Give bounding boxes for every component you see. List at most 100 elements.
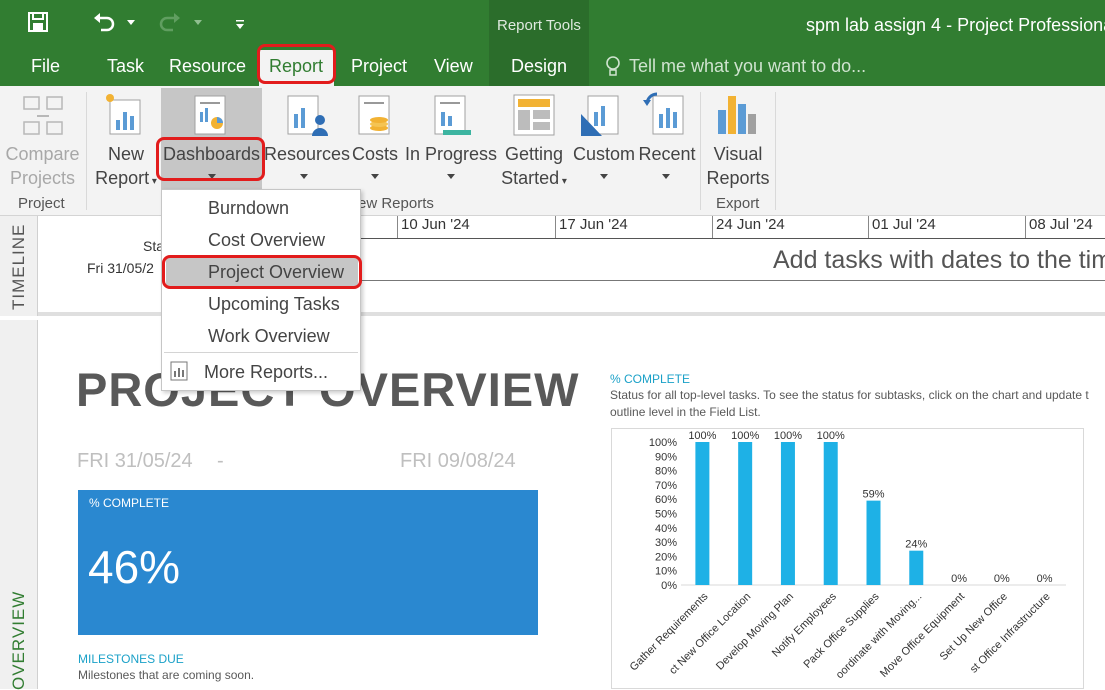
chart-category-label: Move Office Equipment (878, 591, 967, 680)
group-export-label: Export (716, 195, 760, 212)
tab-file[interactable]: File (31, 56, 60, 77)
chart-title: % COMPLETE (610, 372, 691, 386)
timeline-date: 17 Jun '24 (555, 216, 628, 238)
custom-button[interactable]: Custom (570, 142, 638, 166)
timeline-date: 24 Jun '24 (712, 216, 785, 238)
resources-icon (286, 94, 328, 138)
chart-y-tick-label: 20% (655, 551, 677, 563)
chart-data-label: 100% (817, 430, 845, 442)
chart-y-tick-label: 40% (655, 523, 677, 535)
milestones-title: MILESTONES DUE (78, 652, 184, 666)
menu-separator (164, 352, 358, 353)
chart-bar (823, 442, 838, 585)
chart-y-tick-label: 0% (661, 580, 677, 592)
getting-started-icon (513, 94, 555, 136)
window-title: spm lab assign 4 - Project Professional (806, 15, 1105, 35)
customize-qat-icon[interactable] (235, 17, 245, 29)
chart-y-tick-label: 50% (655, 509, 677, 521)
menu-item-cost-overview[interactable]: Cost Overview (208, 230, 325, 251)
chart-category-label: ct New Office Location (667, 591, 753, 677)
timeline-placeholder: Add tasks with dates to the tim (773, 246, 1105, 274)
chart-bar (866, 500, 881, 585)
getting-started-line1: Getting (504, 144, 564, 164)
menu-item-work-overview[interactable]: Work Overview (208, 326, 330, 347)
menu-item-burndown[interactable]: Burndown (208, 198, 289, 219)
menu-item-upcoming-tasks[interactable]: Upcoming Tasks (208, 294, 340, 315)
chart-data-label: 100% (731, 430, 759, 442)
chart-category-label: st Office Infrastructure (968, 591, 1053, 676)
tab-view[interactable]: View (434, 56, 473, 77)
redo-icon (158, 12, 182, 34)
visual-reports-button[interactable]: Visual Reports (703, 142, 773, 190)
save-icon[interactable] (28, 12, 50, 32)
chart-y-tick-label: 80% (655, 466, 677, 478)
report-start-date[interactable]: FRI 31/05/24 (77, 450, 193, 473)
chart-y-tick-label: 30% (655, 537, 677, 549)
resources-button[interactable]: Resources (264, 142, 350, 166)
chart-data-label: 0% (994, 573, 1010, 585)
report-finish-date[interactable]: FRI 09/08/24 (400, 450, 516, 473)
tab-design[interactable]: Design (511, 56, 567, 77)
chart-data-label: 100% (774, 430, 802, 442)
group-view-reports-label: ew Reports (358, 195, 434, 212)
compare-projects-button: Compare Projects (5, 142, 80, 190)
tab-project[interactable]: Project (351, 56, 407, 77)
chart-category-label: Pack Office Supplies (802, 590, 882, 670)
custom-icon (580, 94, 622, 138)
timeline-bottom-line (360, 280, 1105, 281)
chart-data-label: 59% (862, 489, 884, 501)
chart-category-label: oordinate with Moving... (834, 591, 925, 682)
chart-y-tick-label: 70% (655, 480, 677, 492)
getting-started-button[interactable]: Getting Started ▾ (496, 142, 572, 194)
percent-complete-chart[interactable]: 0% 10% 20% 30% 40% 50% 60% 70% 80% 90% 100% 100% Gat… (611, 428, 1084, 689)
milestones-text: Milestones that are coming soon. (78, 668, 255, 682)
recent-button[interactable]: Recent (638, 142, 696, 166)
chart-bar (780, 442, 795, 585)
in-progress-button[interactable]: In Progress (404, 142, 498, 166)
in-progress-dropdown-icon (447, 174, 455, 179)
new-report-button[interactable]: New Report ▾ (90, 142, 162, 194)
undo-icon[interactable] (92, 12, 116, 34)
report-date-dash: - (217, 450, 224, 472)
chart-bar (695, 442, 710, 585)
tell-me-search[interactable]: Tell me what you want to do... (629, 56, 866, 77)
compare-projects-line1: Compare (5, 144, 80, 164)
redo-dropdown-icon (194, 20, 202, 25)
new-report-line2: Report (95, 168, 150, 188)
chart-desc-line2: outline level in the Field List. (610, 405, 761, 419)
menu-item-more-reports[interactable]: More Reports... (204, 362, 328, 383)
timeline-date: 08 Jul '24 (1025, 216, 1093, 238)
costs-button[interactable]: Costs (346, 142, 404, 166)
separator (775, 92, 776, 210)
undo-dropdown-icon[interactable] (127, 20, 135, 25)
separator (700, 92, 701, 210)
chart-y-tick-label: 60% (655, 494, 677, 506)
new-report-icon (104, 92, 144, 136)
chart-y-tick-label: 100% (649, 437, 677, 449)
chart-category-label: Develop Moving Plan (714, 591, 796, 673)
timeline-date: 01 Jul '24 (868, 216, 936, 238)
overview-side-label: OVERVIEW (9, 590, 28, 690)
visual-reports-icon (717, 94, 757, 136)
chart-y-tick-label: 90% (655, 451, 677, 463)
chart-data-label: 0% (951, 573, 967, 585)
recent-icon (643, 90, 687, 136)
custom-dropdown-icon (600, 174, 608, 179)
tab-resource[interactable]: Resource (169, 56, 246, 77)
getting-started-line2: Started (501, 168, 560, 188)
tab-task[interactable]: Task (107, 56, 144, 77)
project-overview-highlight (162, 255, 362, 289)
recent-dropdown-icon (662, 174, 670, 179)
costs-icon (357, 94, 393, 138)
timeline-date: 10 Jun '24 (397, 216, 470, 238)
context-tab-group-label: Report Tools (497, 17, 581, 34)
chart-data-label: 100% (688, 430, 716, 442)
chart-data-label: 0% (1037, 573, 1053, 585)
chart-data-label: 24% (905, 539, 927, 551)
timeline-side-label: TIMELINE (9, 223, 28, 310)
group-project-label: Project (18, 195, 65, 212)
lightbulb-icon (605, 56, 621, 78)
more-reports-icon (170, 361, 188, 381)
timeline-bar-line (360, 238, 1105, 239)
report-tab-highlight (257, 44, 336, 84)
